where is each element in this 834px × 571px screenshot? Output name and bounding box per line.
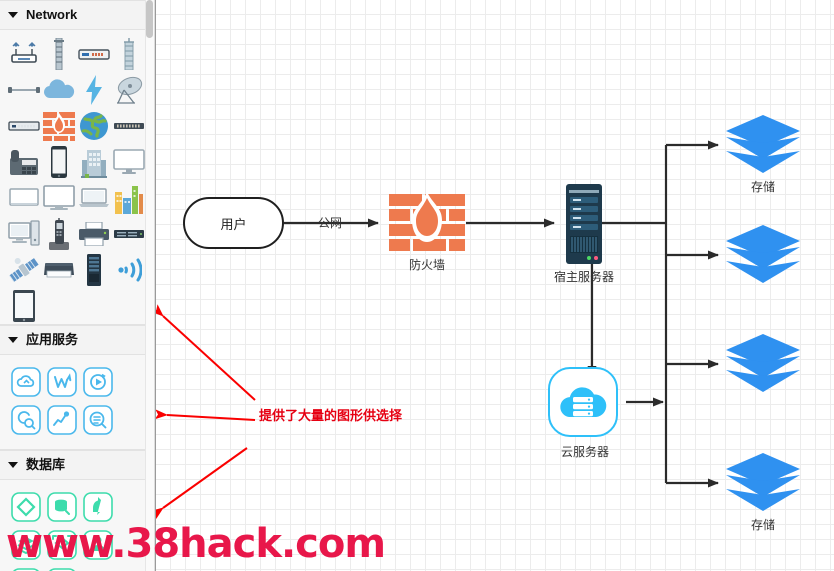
node-storage-3[interactable] <box>724 332 802 399</box>
server-tower-icon[interactable] <box>76 252 111 288</box>
desktop-screen-icon[interactable] <box>41 180 76 216</box>
node-user[interactable]: 用户 <box>183 197 284 249</box>
sidebar-scrollbar-thumb[interactable] <box>146 0 153 38</box>
satellite-dish-icon[interactable] <box>111 72 146 108</box>
node-cloud-server-label: 云服务器 <box>560 445 609 459</box>
sidebar-section-title: 应用服务 <box>26 332 79 347</box>
storage-layers-icon <box>726 334 800 392</box>
wifi-signal-icon[interactable] <box>111 252 146 288</box>
media-service-icon[interactable] <box>80 363 116 401</box>
annotation-arrow-top <box>156 304 256 401</box>
cable-icon[interactable] <box>6 72 41 108</box>
shape-grid-app-services[interactable] <box>0 355 154 447</box>
shape-grid-network[interactable] <box>0 30 154 322</box>
sidebar-section-header-network[interactable]: Network <box>0 0 154 30</box>
smartphone-icon[interactable] <box>41 144 76 180</box>
query-service-icon[interactable] <box>80 401 116 439</box>
sidebar-scrollbar-track[interactable] <box>145 0 154 571</box>
tablet-icon[interactable] <box>6 288 41 324</box>
shape-grid-database[interactable] <box>0 480 154 571</box>
db-diamond-icon[interactable] <box>8 488 44 526</box>
db-cylinder-icon[interactable] <box>44 488 80 526</box>
search-service-icon[interactable] <box>8 401 44 439</box>
node-user-label: 用户 <box>220 217 247 233</box>
sidebar-section-header-app-services[interactable]: 应用服务 <box>0 325 154 355</box>
node-firewall-label: 防火墙 <box>408 258 445 272</box>
db-replica-icon[interactable] <box>80 526 116 564</box>
caret-down-icon <box>8 12 18 18</box>
firewall-brick-flame-icon <box>389 192 465 251</box>
cloud-server-icon <box>560 387 607 417</box>
db-migration-icon[interactable] <box>80 488 116 526</box>
monitor-icon[interactable] <box>111 144 146 180</box>
network-tower-icon[interactable] <box>41 36 76 72</box>
node-firewall[interactable]: 防火墙 <box>389 192 465 272</box>
scanner-icon[interactable] <box>41 252 76 288</box>
storage-layers-icon <box>726 453 800 511</box>
printer-icon[interactable] <box>76 216 111 252</box>
annotation-arrow-bottom <box>156 447 248 520</box>
storage-layers-icon <box>726 225 800 283</box>
hub-icon[interactable] <box>6 108 41 144</box>
ip-phone-icon[interactable] <box>6 144 41 180</box>
edge-label-public-net: 公网 <box>318 216 343 230</box>
firewall-icon[interactable] <box>41 108 76 144</box>
city-buildings-icon[interactable] <box>111 180 146 216</box>
node-storage-4-label: 存储 <box>750 518 775 532</box>
node-host-server-label: 宿主服务器 <box>553 270 614 284</box>
sidebar-section-title: 数据库 <box>26 457 66 472</box>
node-storage-2[interactable] <box>724 223 802 290</box>
satellite-icon[interactable] <box>6 252 41 288</box>
data-center-building-icon[interactable] <box>76 144 111 180</box>
db-node-icon[interactable] <box>8 564 44 571</box>
db-cluster-icon[interactable] <box>44 526 80 564</box>
caret-down-icon <box>8 462 18 468</box>
annotation-text: 提供了大量的图形供选择 <box>259 409 403 424</box>
storage-layers-icon <box>726 115 800 173</box>
node-host-server[interactable]: 宿主服务器 <box>554 184 614 284</box>
internet-globe-icon[interactable] <box>76 108 111 144</box>
shape-library-sidebar[interactable]: Network 应用服务 数据库 <box>0 0 155 571</box>
patch-panel-icon[interactable] <box>111 108 146 144</box>
node-storage-1-label: 存储 <box>750 180 775 194</box>
diagram-canvas[interactable]: 用户 公网 防火墙 宿主服务器 云服务器 存储 存储 提供了大量的图形供选择 <box>155 0 834 571</box>
caret-down-icon <box>8 337 18 343</box>
wireless-router-icon[interactable] <box>6 36 41 72</box>
sidebar-section-header-database[interactable]: 数据库 <box>0 450 154 480</box>
laptop-icon[interactable] <box>76 180 111 216</box>
web-app-icon[interactable] <box>44 363 80 401</box>
node-storage-1[interactable]: 存储 <box>724 113 802 194</box>
annotation-arrow-layer <box>156 304 256 520</box>
server-tower-icon <box>566 184 602 264</box>
db-layers-icon[interactable] <box>8 526 44 564</box>
sidebar-section-title: Network <box>26 7 78 22</box>
analytics-service-icon[interactable] <box>44 401 80 439</box>
switch-icon[interactable] <box>76 36 111 72</box>
node-storage-4[interactable]: 存储 <box>724 451 802 532</box>
node-cloud-server[interactable]: 云服务器 <box>548 367 618 459</box>
cloud-icon[interactable] <box>41 72 76 108</box>
power-bolt-icon[interactable] <box>76 72 111 108</box>
db-shard-icon[interactable] <box>44 564 80 571</box>
cordless-phone-icon[interactable] <box>41 216 76 252</box>
transmission-tower-icon[interactable] <box>111 36 146 72</box>
cloud-service-icon[interactable] <box>8 363 44 401</box>
flat-display-icon[interactable] <box>6 180 41 216</box>
annotation-arrow-middle <box>156 409 256 421</box>
workstation-icon[interactable] <box>6 216 41 252</box>
rack-switch-icon[interactable] <box>111 216 146 252</box>
